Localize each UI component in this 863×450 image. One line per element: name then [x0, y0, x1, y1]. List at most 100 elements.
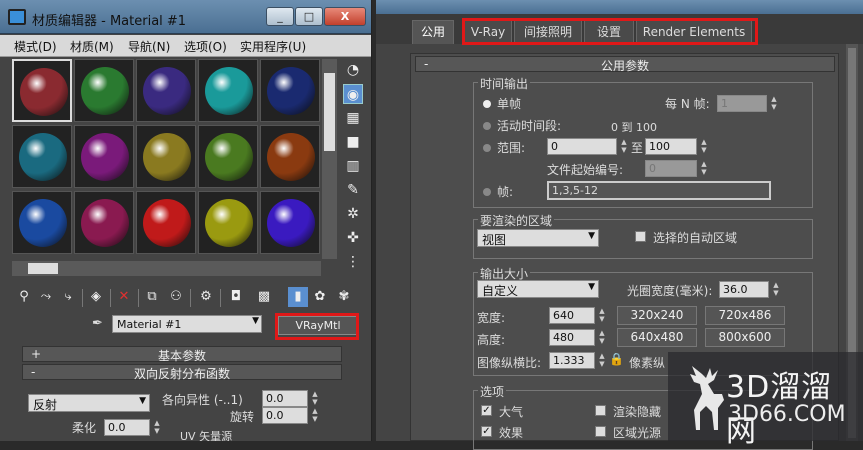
show-end-result-icon[interactable]: ▩ — [254, 287, 274, 307]
spinner-arrows-icon[interactable]: ▲ ▼ — [310, 390, 320, 407]
range-to-input[interactable]: 100 — [645, 138, 697, 155]
make-preview-icon[interactable]: ✎ — [343, 180, 363, 200]
aperture-input[interactable]: 36.0 — [719, 281, 769, 298]
single-frame-radio[interactable] — [483, 100, 491, 108]
background-icon[interactable]: ▦ — [343, 108, 363, 128]
material-navigator-icon[interactable]: ⋮ — [343, 252, 363, 272]
material-slot[interactable] — [74, 191, 134, 254]
height-input[interactable]: 480 — [549, 329, 595, 346]
material-slot[interactable] — [136, 125, 196, 188]
render-settings-titlebar[interactable] — [376, 0, 863, 14]
effects-checkbox[interactable]: ✓ — [481, 426, 492, 437]
maximize-button[interactable]: □ — [295, 7, 323, 26]
lock-icon[interactable]: 🔒 — [609, 352, 624, 366]
material-slot[interactable] — [74, 59, 134, 122]
uv-tiling-icon[interactable]: ■ — [343, 132, 363, 152]
scroll-thumb[interactable] — [28, 263, 58, 274]
go-to-parent-icon[interactable]: ▮ — [288, 287, 308, 307]
go-forward-sibling-icon[interactable]: ✿ — [310, 287, 330, 307]
auto-region-checkbox[interactable] — [635, 231, 646, 242]
tab-common[interactable]: 公用 — [412, 20, 454, 44]
navigate-icon[interactable]: ✾ — [334, 287, 354, 307]
video-color-check-icon[interactable]: ▥ — [343, 156, 363, 176]
chevron-down-icon[interactable]: ▼ — [252, 316, 259, 326]
preset-720x486-button[interactable]: 720x486 — [705, 306, 785, 325]
file-start-input[interactable]: 0 — [645, 160, 697, 177]
make-unique-icon[interactable]: ⧉ — [142, 287, 162, 307]
rollout-basic-params[interactable]: + 基本参数 — [22, 346, 342, 363]
frames-input[interactable]: 1,3,5-12 — [547, 181, 771, 200]
menu-mode[interactable]: 模式(D) — [14, 38, 57, 55]
get-material-icon[interactable]: ⚲ — [14, 287, 34, 307]
menu-material[interactable]: 材质(M) — [70, 38, 114, 55]
material-slot[interactable] — [12, 59, 72, 122]
menu-utilities[interactable]: 实用程序(U) — [240, 38, 306, 55]
area-dropdown[interactable]: 视图 ▼ — [477, 229, 599, 247]
assign-to-selection-icon[interactable]: ⤷ — [58, 287, 78, 307]
sample-type-icon[interactable]: ◔ — [343, 60, 363, 80]
range-radio[interactable] — [483, 144, 491, 152]
material-slot[interactable] — [12, 191, 72, 254]
material-slot[interactable] — [198, 191, 258, 254]
spinner-arrows-icon[interactable]: ▲ ▼ — [597, 329, 607, 346]
spinner-arrows-icon[interactable]: ▲ ▼ — [152, 419, 162, 436]
rotation-input[interactable]: 0.0 — [262, 407, 308, 424]
material-slot[interactable] — [12, 125, 72, 188]
put-to-scene-icon[interactable]: ⤳ — [36, 287, 56, 307]
every-n-input[interactable]: 1 — [717, 95, 767, 112]
material-slot[interactable] — [136, 191, 196, 254]
material-slot[interactable] — [260, 191, 320, 254]
material-editor-titlebar[interactable]: 材质编辑器 - Material #1 _ □ X — [0, 0, 371, 34]
material-sphere-preview — [19, 133, 67, 181]
output-preset-dropdown[interactable]: 自定义 ▼ — [477, 280, 599, 298]
spinner-arrows-icon[interactable]: ▲ ▼ — [769, 95, 779, 112]
aspect-input[interactable]: 1.333 — [549, 352, 595, 369]
menu-navigation[interactable]: 导航(N) — [128, 38, 170, 55]
slots-horizontal-scrollbar[interactable] — [12, 261, 321, 276]
atmosphere-checkbox[interactable]: ✓ — [481, 405, 492, 416]
active-segment-radio[interactable] — [483, 122, 491, 130]
spinner-arrows-icon[interactable]: ▲ ▼ — [597, 307, 607, 324]
material-effects-channel-icon[interactable]: ⚙ — [196, 287, 216, 307]
scroll-thumb[interactable] — [324, 73, 335, 151]
brdf-type-dropdown[interactable]: 反射 ▼ — [28, 394, 150, 412]
area-lights-checkbox[interactable] — [595, 426, 606, 437]
render-hidden-checkbox[interactable] — [595, 405, 606, 416]
spinner-arrows-icon[interactable]: ▲ ▼ — [771, 281, 781, 298]
material-slot[interactable] — [74, 125, 134, 188]
spinner-arrows-icon[interactable]: ▲ ▼ — [597, 352, 607, 369]
reset-map-icon[interactable]: ◈ — [86, 287, 106, 307]
minimize-button[interactable]: _ — [266, 7, 294, 26]
spinner-arrows-icon[interactable]: ▲ ▼ — [699, 160, 709, 177]
preset-640x480-button[interactable]: 640x480 — [617, 328, 697, 347]
material-sphere-preview — [205, 199, 253, 247]
material-name-field[interactable]: Material #1 ▼ — [112, 315, 262, 333]
soften-input[interactable]: 0.0 — [104, 419, 150, 436]
rollout-brdf[interactable]: - 双向反射分布函数 — [22, 364, 342, 381]
eyedropper-icon[interactable]: ✒ — [92, 316, 106, 331]
close-button[interactable]: X — [324, 7, 366, 26]
range-from-input[interactable]: 0 — [547, 138, 617, 155]
slots-vertical-scrollbar[interactable] — [322, 59, 337, 259]
rollout-common-params[interactable]: - 公用参数 — [415, 56, 835, 73]
show-map-icon[interactable]: ◘ — [226, 287, 246, 307]
put-to-library-icon[interactable]: ⚇ — [166, 287, 186, 307]
preset-800x600-button[interactable]: 800x600 — [705, 328, 785, 347]
select-by-material-icon[interactable]: ✜ — [343, 228, 363, 248]
material-slot[interactable] — [136, 59, 196, 122]
backlight-icon[interactable]: ◉ — [343, 84, 363, 104]
material-slot[interactable] — [198, 125, 258, 188]
material-slot[interactable] — [198, 59, 258, 122]
anisotropy-input[interactable]: 0.0 — [262, 390, 308, 407]
delete-icon[interactable]: ✕ — [114, 287, 134, 307]
material-slot[interactable] — [260, 125, 320, 188]
spinner-arrows-icon[interactable]: ▲ ▼ — [699, 138, 709, 155]
spinner-arrows-icon[interactable]: ▲ ▼ — [310, 407, 320, 424]
options-icon[interactable]: ✲ — [343, 204, 363, 224]
spinner-arrows-icon[interactable]: ▲ ▼ — [619, 138, 629, 155]
frames-radio[interactable] — [483, 188, 491, 196]
preset-320x240-button[interactable]: 320x240 — [617, 306, 697, 325]
width-input[interactable]: 640 — [549, 307, 595, 324]
material-slot[interactable] — [260, 59, 320, 122]
menu-options[interactable]: 选项(O) — [184, 38, 227, 55]
